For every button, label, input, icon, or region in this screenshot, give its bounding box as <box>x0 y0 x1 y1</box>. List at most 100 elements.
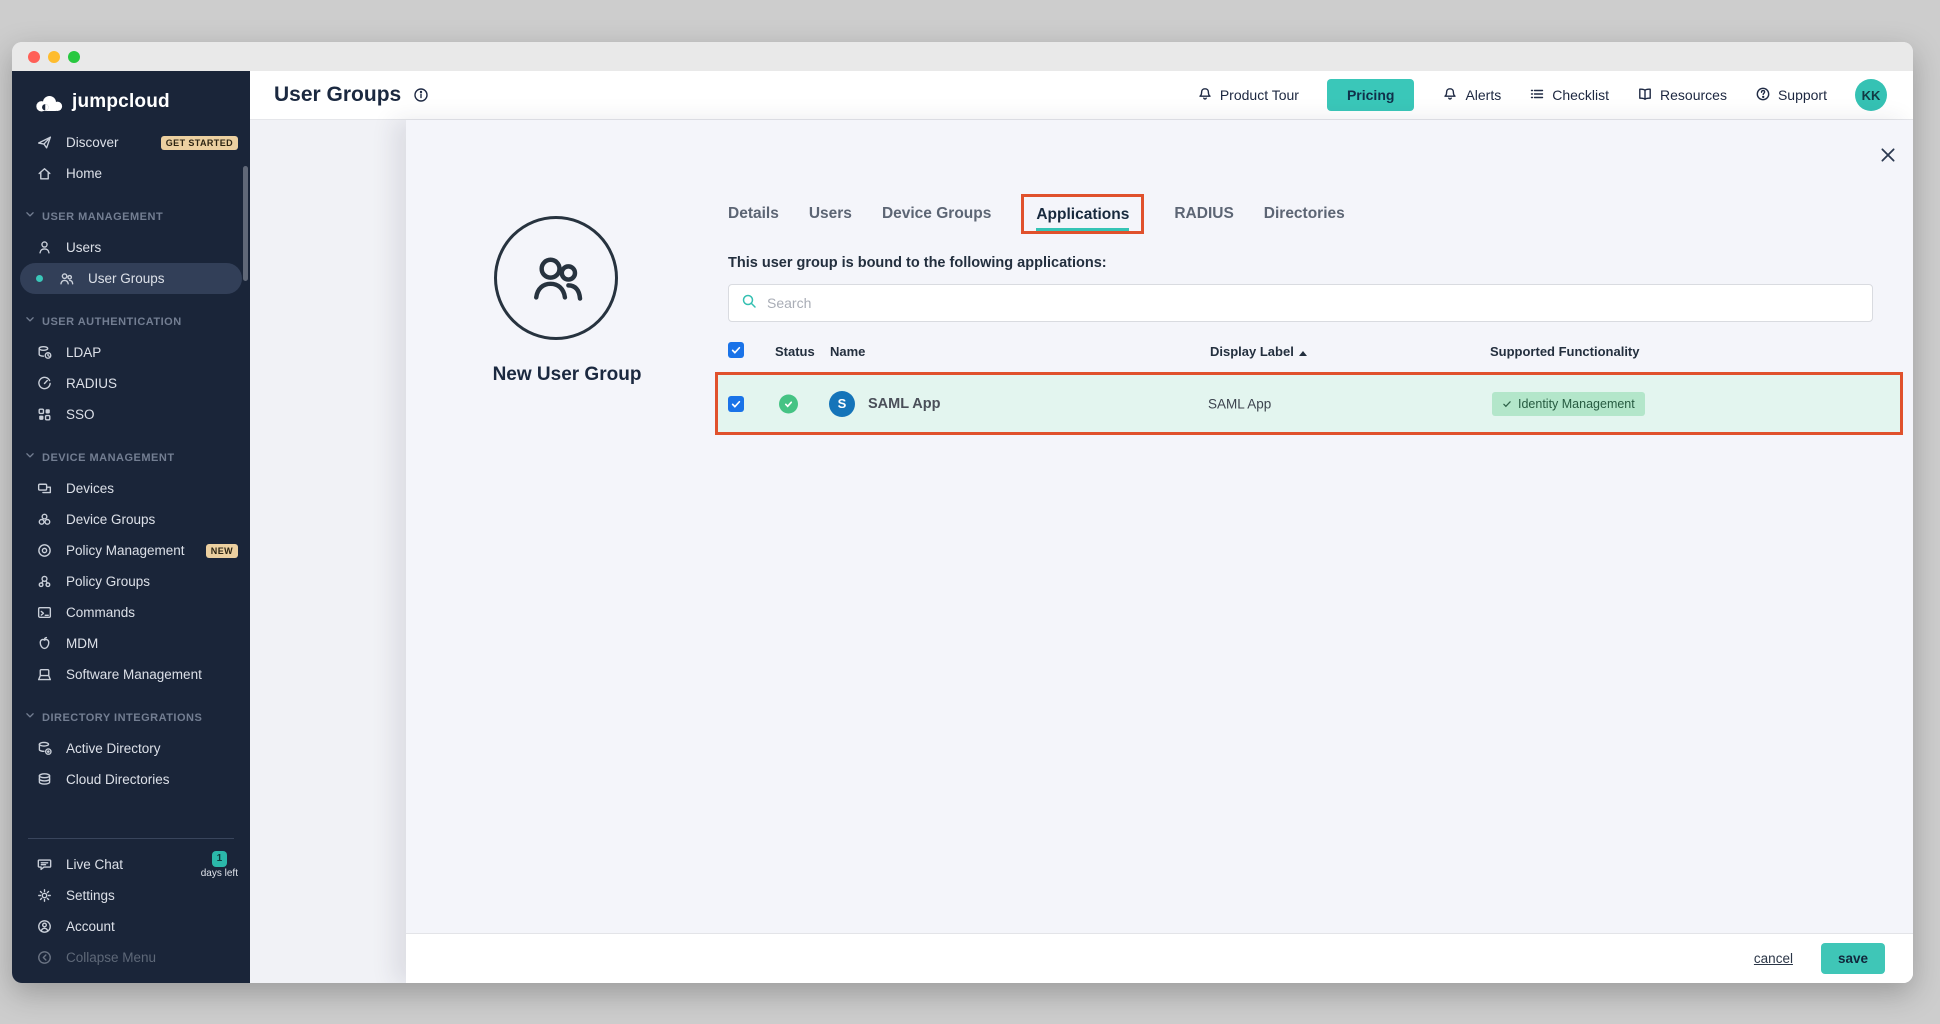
radius-dial-icon <box>36 375 53 392</box>
sidebar-item-settings[interactable]: Settings <box>12 880 250 911</box>
cancel-button[interactable]: cancel <box>1754 951 1793 966</box>
checklist-icon <box>1529 86 1545 105</box>
sidebar-item-label: Commands <box>66 605 135 620</box>
sidebar-item-label: Collapse Menu <box>66 950 156 965</box>
sidebar-item-mdm[interactable]: MDM <box>12 628 250 659</box>
sidebar-item-label: Users <box>66 240 101 255</box>
sidebar-item-discover[interactable]: Discover GET STARTED <box>12 127 250 158</box>
bell-tour-icon <box>1197 86 1213 105</box>
sidebar-item-label: Policy Groups <box>66 574 150 589</box>
applications-description: This user group is bound to the followin… <box>728 255 1107 271</box>
applications-search-input[interactable] <box>767 295 1872 311</box>
jumpcloud-logo: jumpcloud <box>12 71 250 127</box>
sidebar-item-label: Settings <box>66 888 115 903</box>
policy-groups-icon <box>36 573 53 590</box>
sidebar-item-label: RADIUS <box>66 376 117 391</box>
user-group-icon <box>58 270 75 287</box>
product-tour-button[interactable]: Product Tour <box>1197 86 1299 105</box>
select-all-checkbox[interactable] <box>728 342 744 358</box>
checklist-button[interactable]: Checklist <box>1529 86 1609 105</box>
column-header-name[interactable]: Name <box>830 344 865 359</box>
sidebar-item-devices[interactable]: Devices <box>12 473 250 504</box>
top-navigation: Product Tour Pricing Alerts Checklist Re… <box>1197 79 1887 111</box>
functionality-badge: Identity Management <box>1492 392 1645 416</box>
sidebar-item-live-chat[interactable]: Live Chat 1 days left <box>12 849 250 880</box>
tab-applications[interactable]: Applications <box>1036 206 1129 231</box>
resources-button[interactable]: Resources <box>1637 86 1727 105</box>
user-avatar[interactable]: KK <box>1855 79 1887 111</box>
sidebar-item-commands[interactable]: Commands <box>12 597 250 628</box>
sidebar-item-ldap[interactable]: LDAP <box>12 337 250 368</box>
column-header-display-label[interactable]: Display Label <box>1210 344 1307 359</box>
sidebar-item-home[interactable]: Home <box>12 158 250 189</box>
sidebar-item-radius[interactable]: RADIUS <box>12 368 250 399</box>
get-started-badge: GET STARTED <box>161 136 238 150</box>
sidebar-section-user-management[interactable]: USER MANAGEMENT <box>12 202 250 232</box>
column-header-supported-functionality[interactable]: Supported Functionality <box>1490 344 1640 359</box>
cloud-logo-icon <box>34 94 64 111</box>
zoom-window-button[interactable] <box>68 51 80 63</box>
alerts-button[interactable]: Alerts <box>1442 86 1501 105</box>
sidebar-item-label: MDM <box>66 636 98 651</box>
user-icon <box>36 239 53 256</box>
new-badge: NEW <box>206 544 238 558</box>
sidebar-item-label: Device Groups <box>66 512 155 527</box>
app-avatar: S <box>829 391 855 417</box>
row-checkbox[interactable] <box>728 396 744 412</box>
sidebar-item-label: Devices <box>66 481 114 496</box>
close-window-button[interactable] <box>28 51 40 63</box>
rocket-icon <box>36 134 53 151</box>
sidebar-item-user-groups[interactable]: User Groups <box>20 263 242 294</box>
laptop-icon <box>36 666 53 683</box>
close-icon[interactable] <box>1877 144 1899 166</box>
sidebar-item-label: Cloud Directories <box>66 772 170 787</box>
sort-asc-icon <box>1299 351 1307 356</box>
active-indicator-dot <box>36 275 43 282</box>
sidebar-item-cloud-directories[interactable]: Cloud Directories <box>12 764 250 795</box>
days-left-count: 1 <box>212 851 227 867</box>
tab-directories[interactable]: Directories <box>1264 205 1345 223</box>
tab-device-groups[interactable]: Device Groups <box>882 205 991 223</box>
minimize-window-button[interactable] <box>48 51 60 63</box>
ldap-database-icon <box>36 344 53 361</box>
sidebar-item-software-management[interactable]: Software Management <box>12 659 250 690</box>
sidebar-item-policy-management[interactable]: Policy Management NEW <box>12 535 250 566</box>
sidebar-item-label: Home <box>66 166 102 181</box>
chevron-down-icon <box>25 450 35 467</box>
table-row-saml-app[interactable]: S SAML App SAML App Identity Management <box>715 372 1903 435</box>
sidebar-item-active-directory[interactable]: Active Directory <box>12 733 250 764</box>
info-icon[interactable] <box>413 87 429 103</box>
drawer-footer: cancel save <box>406 933 1913 983</box>
apple-icon <box>36 635 53 652</box>
pricing-button[interactable]: Pricing <box>1327 79 1414 111</box>
app-display-label: SAML App <box>1208 396 1271 411</box>
sidebar-item-policy-groups[interactable]: Policy Groups <box>12 566 250 597</box>
active-directory-icon <box>36 740 53 757</box>
sidebar-item-label: Software Management <box>66 667 202 682</box>
support-button[interactable]: Support <box>1755 86 1827 105</box>
sidebar-item-label: Policy Management <box>66 543 185 558</box>
sidebar-section-directory-integrations[interactable]: DIRECTORY INTEGRATIONS <box>12 703 250 733</box>
sidebar-item-users[interactable]: Users <box>12 232 250 263</box>
sidebar-item-sso[interactable]: SSO <box>12 399 250 430</box>
tab-users[interactable]: Users <box>809 205 852 223</box>
sidebar-item-label: Active Directory <box>66 741 161 756</box>
sidebar-section-device-management[interactable]: DEVICE MANAGEMENT <box>12 443 250 473</box>
sidebar-section-user-authentication[interactable]: USER AUTHENTICATION <box>12 307 250 337</box>
tab-radius[interactable]: RADIUS <box>1174 205 1233 223</box>
chevron-down-icon <box>25 314 35 331</box>
page-title: User Groups <box>274 83 401 107</box>
sso-grid-icon <box>36 406 53 423</box>
column-header-status[interactable]: Status <box>775 344 815 359</box>
sidebar-item-collapse-menu[interactable]: Collapse Menu <box>12 942 250 973</box>
applications-tab-highlight-box: Applications <box>1021 194 1144 234</box>
sidebar-item-device-groups[interactable]: Device Groups <box>12 504 250 535</box>
sidebar-item-account[interactable]: Account <box>12 911 250 942</box>
search-icon <box>741 293 757 314</box>
window-titlebar <box>12 42 1913 71</box>
bell-icon <box>1442 86 1458 105</box>
save-button[interactable]: save <box>1821 943 1885 974</box>
sidebar-scrollbar[interactable] <box>243 166 248 281</box>
sidebar-item-label: Account <box>66 919 115 934</box>
tab-details[interactable]: Details <box>728 205 779 223</box>
